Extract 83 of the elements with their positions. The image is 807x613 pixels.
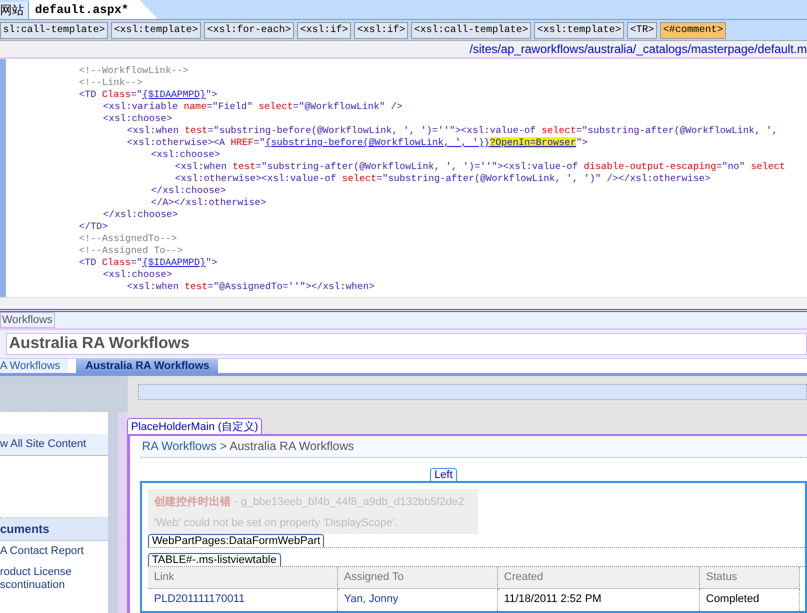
breadcrumb: RA Workflows > Australia RA Workflows [140,436,807,458]
code-token: </xsl:choose> [151,185,226,196]
code-token: ="substring-after(@WorkflowLink, ', ')" /></xsl:otherwise> [376,173,710,184]
code-token: <TD [79,89,98,100]
table-cell: Completed [700,589,800,611]
table-tag: TABLE#-.ms-listviewtable [148,553,280,566]
nav-heading[interactable]: cuments [0,518,108,541]
column-header: Assigned To [338,567,498,589]
tag-selector[interactable]: <xsl:template> [534,22,624,38]
code-token: disable-output-escaping [584,161,716,172]
code-token: <!--Assigned To--> [79,245,183,256]
tag-selector[interactable]: <#comment> [660,22,726,38]
code-token: <xsl:when [127,281,180,292]
code-token: =" [254,137,266,148]
code-token: test [184,281,208,292]
code-token: {substring-before(@WorkflowLink, ', ')} [265,137,490,148]
code-token: ="no" [716,161,746,172]
code-token: <xsl:variable [103,101,179,112]
nav-link[interactable]: A Contact Report [0,541,108,562]
code-token: ="substring-after(@WorkflowLink, ', [576,125,778,136]
column-header: Link [148,567,338,589]
code-token: </TD> [79,221,108,232]
code-token: ?OpenIn=Browser [490,137,576,148]
site-title: Australia RA Workflows [6,333,807,355]
code-token: "> [206,89,218,100]
table-cell[interactable]: Yan, Jonny [338,589,498,611]
code-token: <xsl:choose> [151,149,220,160]
code-token: HREF [230,137,254,148]
code-token: Class [102,89,131,100]
code-token: select [542,125,576,136]
webpart-tag: WebPartPages:DataFormWebPart [148,534,324,547]
table-cell[interactable]: PLD201111170011 [148,589,338,611]
nav-tab[interactable]: A Workflows [0,359,68,373]
code-token: {$IDAAPMPD} [142,257,206,268]
nav-link[interactable]: w All Site Content [0,434,108,456]
nav-tab[interactable]: Australia RA Workflows [76,359,218,373]
code-token: <!--AssignedTo--> [79,233,177,244]
code-token: </xsl:choose> [103,209,178,220]
code-token: test [232,161,256,172]
code-token: <xsl:choose> [103,269,172,280]
document-tab[interactable]: 网站 [0,2,29,19]
code-token: ="substring-before(@WorkflowLink, ', ')=''"><xsl:value-of [208,125,537,136]
code-token: Class [102,257,131,268]
code-token: <TD [79,257,98,268]
code-token: </A></xsl:otherwise> [151,197,266,208]
code-token: <xsl:otherwise><xsl:value-of [175,173,338,184]
tag-selector[interactable]: <TR> [627,22,658,38]
tag-selector[interactable]: sl:call-template> [0,22,108,38]
code-token: <xsl:otherwise><A [127,137,226,148]
code-token: ="Field" [206,101,254,112]
code-token: =" [130,89,142,100]
code-token: <xsl:choose> [103,113,172,124]
nav-link[interactable]: roduct License scontinuation [0,562,108,596]
breadcrumb-link[interactable]: RA Workflows [142,439,216,453]
tag-selector[interactable]: <xsl:template> [111,22,202,38]
code-token: select [342,173,377,184]
table-cell: 11/18/2011 2:52 PM [498,589,700,611]
code-token: "> [576,137,588,148]
document-tab[interactable]: default.aspx* [29,0,158,19]
code-token: {$IDAAPMPD} [142,89,206,100]
code-token: <!--Link--> [79,77,142,88]
placeholder-tag: PlaceHolderMain (自定义) [127,418,262,434]
tag-selector[interactable]: <xsl:call-template> [411,22,532,38]
code-token: "> [206,257,218,268]
code-token: name [184,101,207,112]
code-token: <xsl:when [175,161,228,172]
code-token: select [750,161,786,172]
code-token: <xsl:when [127,125,180,136]
code-token: select [258,101,294,112]
zone-tag: Left [430,468,457,481]
code-token: <!--WorkflowLink--> [79,65,188,76]
code-token: test [184,125,208,136]
tag-selector[interactable]: <xsl:for-each> [204,22,294,38]
code-token: =" [130,257,142,268]
tag-selector[interactable]: <xsl:if> [354,22,408,38]
scrollbar[interactable] [0,297,807,312]
tag-selector[interactable]: <xsl:if> [297,22,352,38]
code-token: ="@WorkflowLink" /> [293,101,402,112]
code-token: ="@AssignedTo=''"></xsl:when> [208,281,375,292]
column-header: Created [498,567,700,589]
region-label: Workflows [0,312,55,328]
code-token: ="substring-after(@WorkflowLink, ', ')=''"><xsl:value-of [256,161,580,172]
column-header: Status [700,567,800,589]
